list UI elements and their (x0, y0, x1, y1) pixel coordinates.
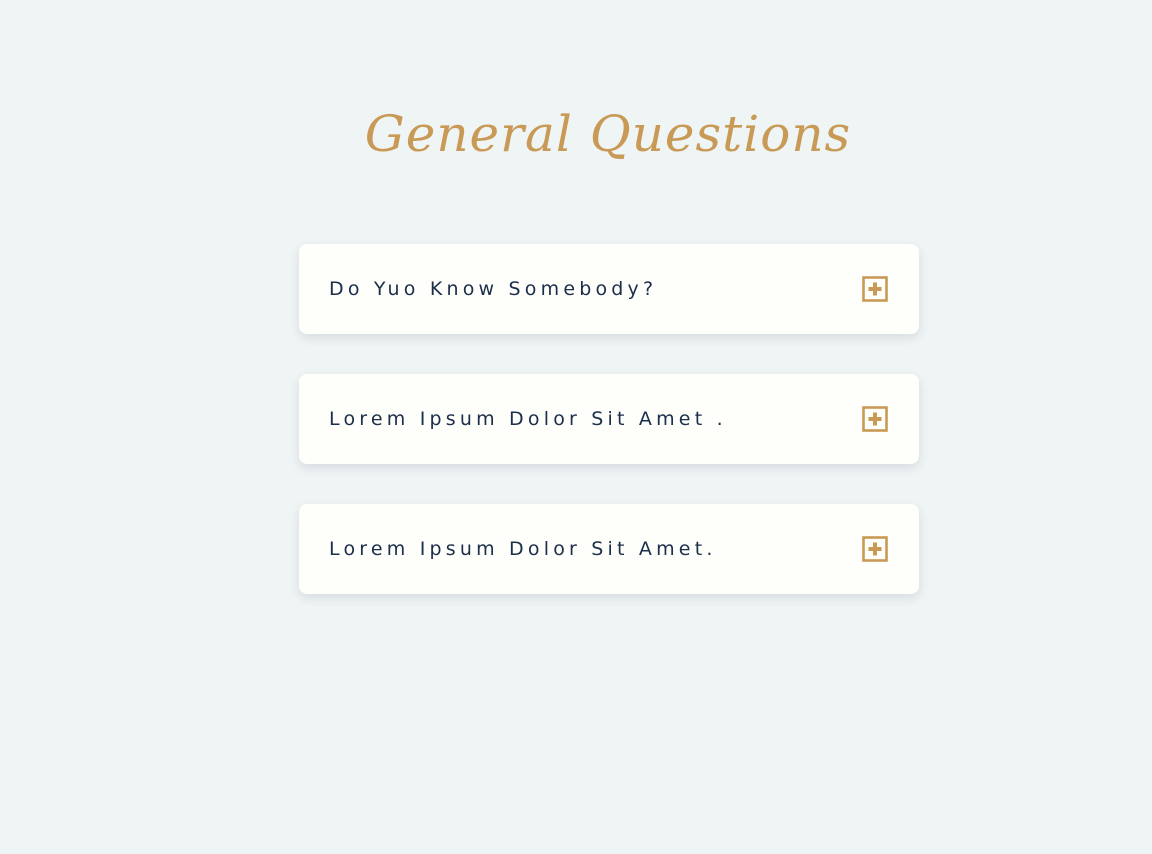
faq-question: Do Yuo Know Somebody? (329, 278, 658, 300)
faq-list: Do Yuo Know Somebody? Lorem Ipsum Dolor … (299, 244, 919, 634)
faq-item[interactable]: Lorem Ipsum Dolor Sit Amet. (299, 504, 919, 594)
page-title: General Questions (364, 105, 852, 163)
plus-square-icon[interactable] (862, 405, 888, 433)
plus-square-icon[interactable] (862, 275, 888, 303)
faq-question: Lorem Ipsum Dolor Sit Amet. (329, 538, 717, 560)
faq-item[interactable]: Do Yuo Know Somebody? (299, 244, 919, 334)
faq-item[interactable]: Lorem Ipsum Dolor Sit Amet . (299, 374, 919, 464)
plus-square-icon[interactable] (862, 535, 888, 563)
faq-question: Lorem Ipsum Dolor Sit Amet . (329, 408, 727, 430)
